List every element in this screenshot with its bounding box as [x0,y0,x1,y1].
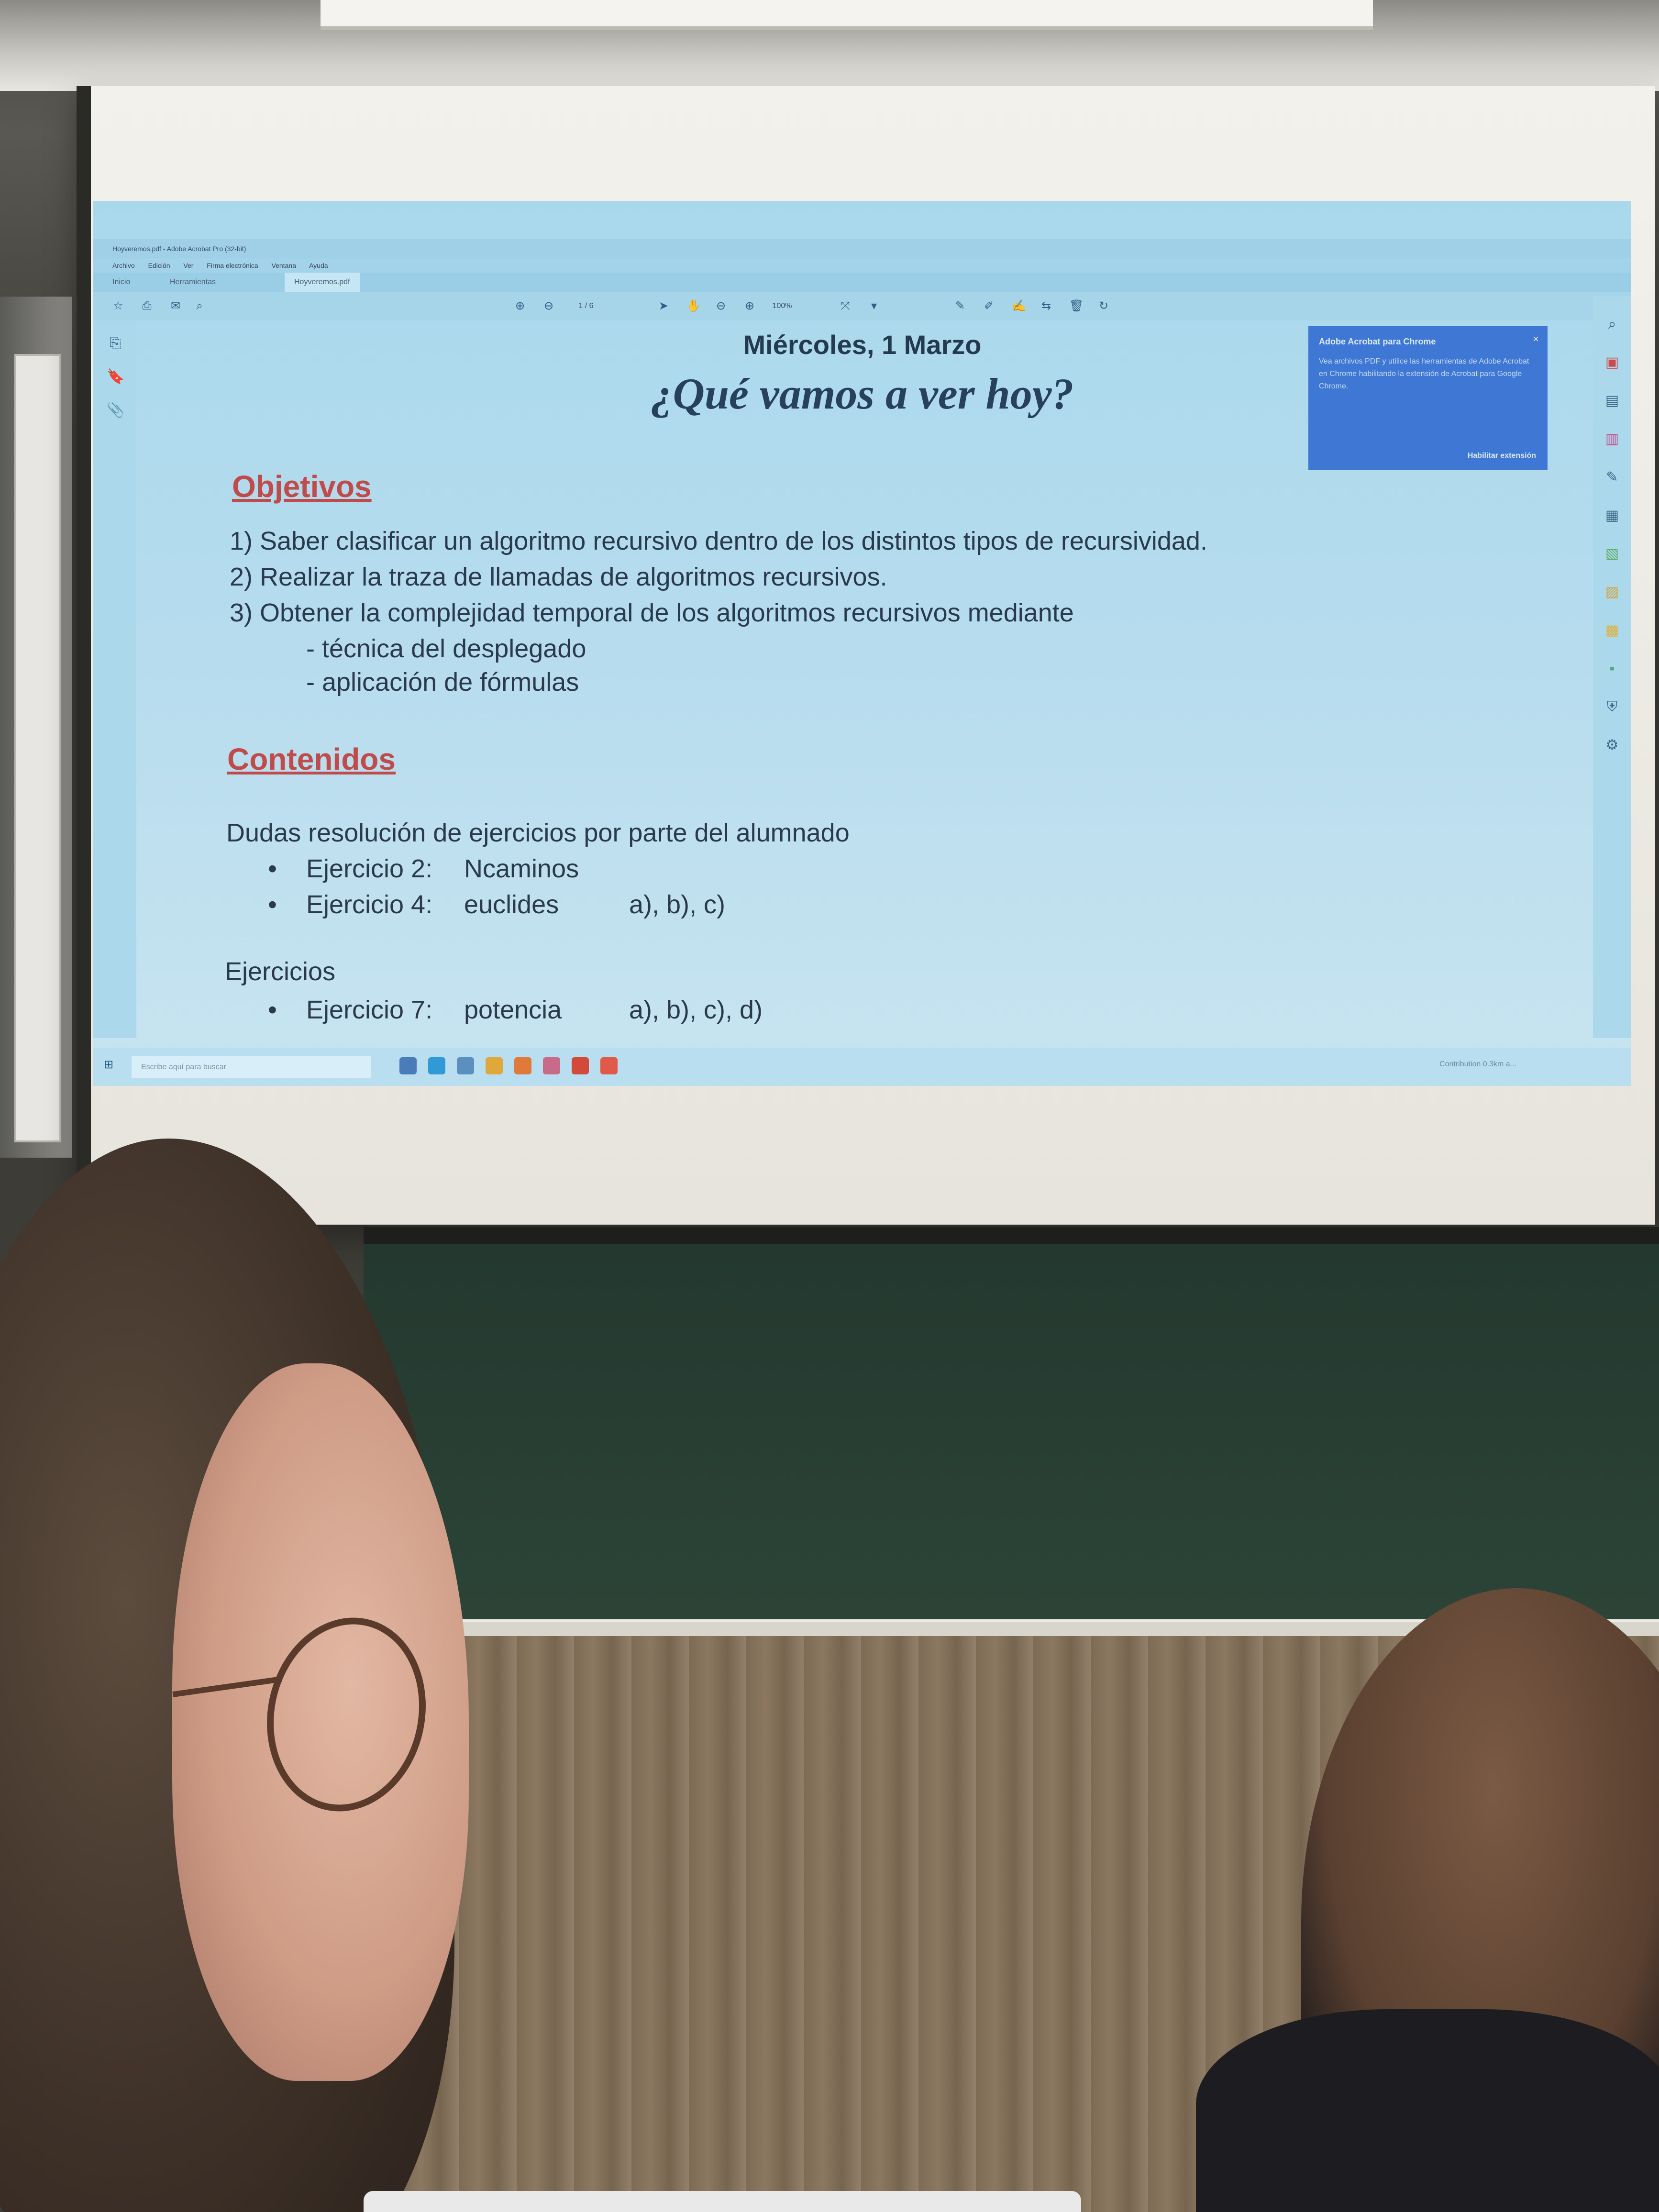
menu-item[interactable]: Firma electrónica [207,262,258,269]
exercise-name: Ncaminos [464,854,579,883]
left-panel: ⎘ 🔖 📎 [93,321,136,1038]
select-icon[interactable]: ➤ [658,300,669,312]
taskbar-search-input[interactable]: Escribe aquí para buscar [132,1056,371,1078]
share-icon[interactable]: ⇆ [1040,300,1052,312]
menu-item[interactable]: Ventana [272,262,296,269]
home-icon[interactable]: ☆ [112,300,124,312]
rotate-icon[interactable]: ↻ [1098,300,1109,312]
mail-app-icon[interactable] [457,1057,474,1074]
tab-bar: Inicio Herramientas Hoyveremos.pdf [93,273,1631,292]
blackboard [364,1244,1659,1626]
tab-document[interactable]: Hoyveremos.pdf [285,273,360,292]
more-tools-icon[interactable]: ⚙ [1604,737,1621,754]
tab-herramientas[interactable]: Herramientas [170,273,216,292]
app-icon[interactable] [543,1057,560,1074]
close-icon[interactable]: × [1533,333,1539,345]
duda-item: Ejercicio 2: Ncaminos [268,854,579,884]
hand-icon[interactable]: ✋ [686,300,701,312]
exercise-parts: a), b), c) [629,890,726,919]
tray-notification[interactable]: Contribution 0.3km a... [1439,1060,1516,1069]
contenidos-intro: Dudas resolución de ejercicios por parte… [226,818,850,847]
screen-bottom-bar [364,1227,1659,1246]
edge-icon[interactable] [428,1057,445,1074]
popup-body: Vea archivos PDF y utilice las herramien… [1319,357,1529,390]
window-titlebar: Hoyveremos.pdf - Adobe Acrobat Pro (32-b… [93,239,1631,258]
classroom-scene: Hoyveremos.pdf - Adobe Acrobat Pro (32-b… [0,0,1659,2212]
objetivo-item: 1) Saber clasificar un algoritmo recursi… [230,527,1207,555]
comment-tool-icon[interactable]: ▨ [1604,584,1621,601]
exercise-label: Ejercicio 7: [306,995,433,1024]
windows-start-icon[interactable]: ⊞ [103,1059,114,1071]
organize-icon[interactable]: ▦ [1604,507,1621,524]
search-icon[interactable]: ⌕ [194,300,205,312]
comment-icon[interactable]: ✎ [954,300,966,312]
exercise-label: Ejercicio 4: [306,890,433,919]
ejercicio-item: Ejercicio 7: potencia a), b), c), d) [268,995,763,1025]
pen-icon[interactable]: ✐ [983,300,995,312]
combine-icon[interactable]: ▧ [1604,545,1621,563]
laptop-edge [364,2191,1081,2212]
student-hood [1196,2009,1659,2212]
scan-icon[interactable]: ▪ [1604,660,1621,677]
popup-title: Adobe Acrobat para Chrome [1319,337,1436,346]
objetivo-subitem: - técnica del desplegado [306,634,586,663]
objetivos-heading: Objetivos [232,469,372,504]
menu-item[interactable]: Edición [148,262,170,269]
fill-sign-icon[interactable]: ✎ [1604,469,1621,486]
ceiling-fixture [321,0,1373,30]
duda-item: Ejercicio 4: euclides a), b), c) [268,890,725,919]
acrobat-icon[interactable] [572,1057,589,1074]
zoom-level[interactable]: 100% [768,300,796,312]
objetivo-item: 3) Obtener la complejidad temporal de lo… [230,598,1074,627]
protect-icon[interactable]: ⛨ [1604,698,1621,716]
enable-extension-button[interactable]: Habilitar extensión [1468,452,1536,460]
app-icon[interactable] [514,1057,531,1074]
marker-icon[interactable]: ▾ [868,300,880,312]
menu-bar: Archivo Edición Ver Firma electrónica Ve… [93,258,1631,273]
trash-icon[interactable]: 🗑 [1069,300,1084,312]
zoom-out-icon[interactable]: ⊖ [715,300,727,312]
exercise-name: euclides [464,890,559,919]
sign-icon[interactable]: ✍ [1012,300,1026,312]
app-icon[interactable] [600,1057,618,1074]
task-view-icon[interactable] [399,1057,417,1074]
page-up-icon[interactable]: ⊕ [514,300,526,312]
windows-taskbar: ⊞ Escribe aquí para buscar Contribution … [93,1048,1631,1086]
menu-item[interactable]: Ver [183,262,193,269]
exercise-label: Ejercicio 2: [306,854,433,883]
zoom-in-icon[interactable]: ⊕ [744,300,755,312]
edit-pdf-icon[interactable]: ▥ [1604,431,1621,448]
projected-slide: Hoyveremos.pdf - Adobe Acrobat Pro (32-b… [93,201,1631,1086]
tab-inicio[interactable]: Inicio [112,273,130,292]
menu-item[interactable]: Ayuda [309,262,328,269]
exercise-parts: a), b), c), d) [629,995,763,1024]
objetivo-item: 2) Realizar la traza de llamadas de algo… [230,563,887,591]
fit-icon[interactable]: ⤧ [840,300,851,312]
print-icon[interactable]: ⎙ [141,300,153,312]
contenidos-heading: Contenidos [227,742,396,776]
acrobat-extension-popup: × Adobe Acrobat para Chrome Vea archivos… [1308,326,1548,470]
mail-icon[interactable]: ✉ [170,300,181,312]
menu-item[interactable]: Archivo [112,262,135,269]
page-down-icon[interactable]: ⊖ [543,300,554,312]
page-indicator[interactable]: 1 / 6 [572,300,600,312]
wall-panel [14,354,61,1142]
ejercicios-heading: Ejercicios [225,957,336,986]
acrobat-toolbar: ☆ ⎙ ✉ ⌕ ⊕ ⊖ 1 / 6 ➤ ✋ ⊖ ⊕ 100% ⤧ ▾ ✎ ✐ ✍… [93,292,1631,321]
chrome-icon[interactable] [486,1057,503,1074]
exercise-name: potencia [464,995,562,1024]
stamp-icon[interactable]: ▩ [1604,622,1621,639]
objetivo-subitem: - aplicación de fórmulas [306,668,579,697]
